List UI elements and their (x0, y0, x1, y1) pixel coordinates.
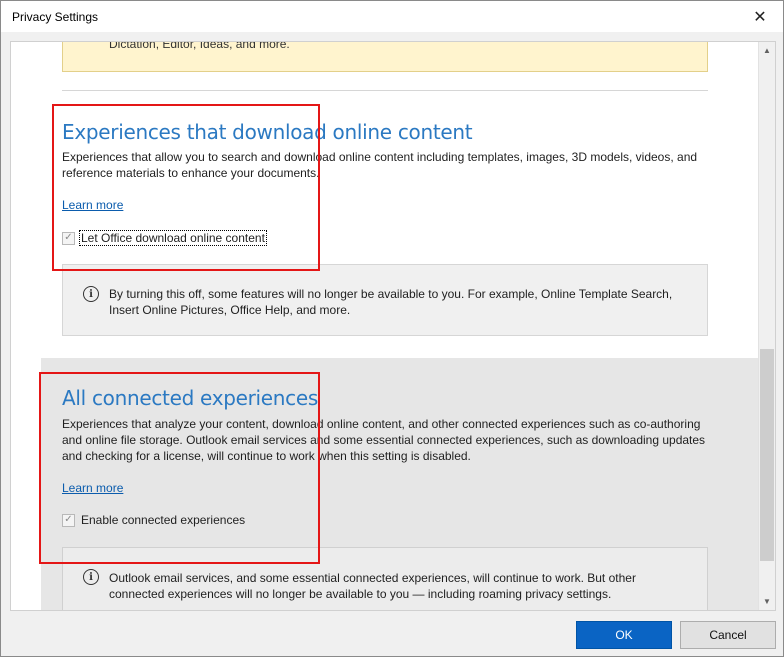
download-section-description: Experiences that allow you to search and… (62, 150, 698, 180)
info-icon: i (83, 286, 99, 302)
download-online-content-checkbox[interactable]: ✓ (62, 231, 75, 245)
settings-content: Dictation, Editor, Ideas, and more. Expe… (11, 41, 759, 610)
scroll-down-arrow-icon[interactable]: ▼ (759, 593, 775, 610)
ok-button[interactable]: OK (576, 621, 672, 649)
cancel-button[interactable]: Cancel (680, 621, 776, 649)
connected-learn-more-link[interactable]: Learn more (62, 481, 123, 495)
connected-experiences-checkbox[interactable]: ✓ (62, 513, 75, 527)
connected-section-description: Experiences that analyze your content, d… (62, 417, 706, 463)
download-info-text: By turning this off, some features will … (109, 287, 673, 317)
top-notice: Dictation, Editor, Ideas, and more. (62, 41, 708, 72)
download-online-content-label[interactable]: Let Office download online content (79, 230, 267, 246)
close-icon[interactable]: ✕ (737, 1, 783, 32)
connected-experiences-label[interactable]: Enable connected experiences (80, 513, 246, 527)
connected-experiences-checkbox-row[interactable]: ✓ Enable connected experiences (62, 513, 246, 527)
settings-scroll-area[interactable]: Dictation, Editor, Ideas, and more. Expe… (10, 41, 776, 611)
window-title: Privacy Settings (12, 10, 99, 24)
top-notice-text: Dictation, Editor, Ideas, and more. (109, 41, 290, 51)
connected-info-box: i Outlook email services, and some essen… (62, 547, 708, 610)
info-icon: i (83, 569, 99, 585)
title-bar[interactable]: Privacy Settings ✕ (1, 1, 783, 32)
connected-info-text: Outlook email services, and some essenti… (109, 571, 636, 601)
section-divider (62, 90, 708, 91)
scroll-up-arrow-icon[interactable]: ▲ (759, 42, 775, 59)
scrollbar-thumb[interactable] (760, 349, 774, 561)
download-section-title: Experiences that download online content (62, 120, 473, 144)
download-info-box: i By turning this off, some features wil… (62, 264, 708, 336)
connected-section-title: All connected experiences (62, 386, 319, 410)
download-online-content-checkbox-row[interactable]: ✓ Let Office download online content (62, 230, 267, 246)
privacy-settings-dialog: Privacy Settings ✕ Dictation, Editor, Id… (0, 0, 784, 657)
vertical-scrollbar[interactable]: ▲ ▼ (758, 42, 775, 610)
download-learn-more-link[interactable]: Learn more (62, 198, 123, 212)
